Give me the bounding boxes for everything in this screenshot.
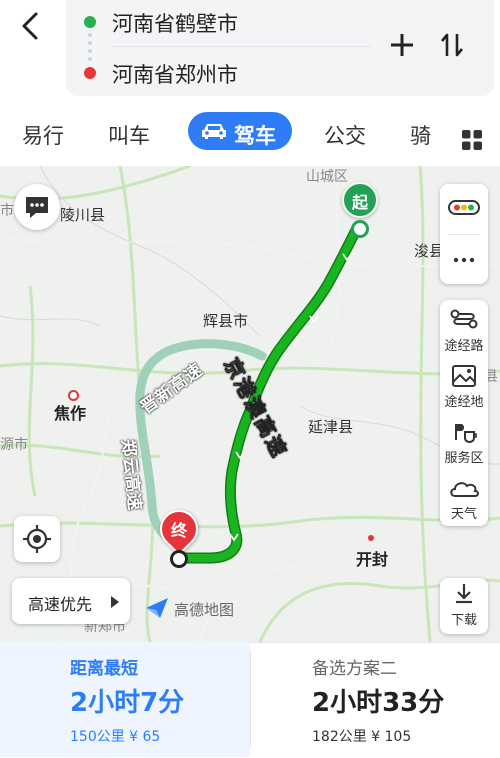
crosshair-icon (23, 525, 51, 553)
start-point-icon (351, 220, 369, 238)
connector-dot (88, 49, 92, 53)
traffic-button[interactable] (440, 184, 488, 232)
route-option-1-time: 2小时7分 (70, 688, 185, 718)
route-divider (112, 46, 372, 47)
place-label: 延津县 (308, 418, 354, 436)
place-label: 源市 (0, 437, 28, 453)
tab-jiaoche[interactable]: 叫车 (108, 120, 150, 150)
place-label: 山城区 (306, 169, 348, 185)
route-option-1-label: 距离最短 (70, 659, 138, 679)
end-dot-icon (84, 67, 96, 79)
weather-label: 天气 (450, 507, 477, 522)
more-horizontal-icon (453, 257, 475, 263)
download-icon (456, 584, 472, 604)
message-button[interactable] (14, 184, 60, 230)
service-area-button[interactable]: 服务区 (440, 416, 488, 470)
add-waypoint-button[interactable] (388, 31, 416, 59)
via-place-button[interactable]: 途经地 (440, 360, 488, 414)
cloud-icon (450, 482, 479, 497)
service-area-icon (455, 424, 477, 444)
weather-button[interactable]: 天气 (440, 472, 488, 526)
place-label: 陵川县 (60, 206, 106, 224)
route-option-2-meta: 182公里 ¥ 105 (312, 729, 412, 745)
locate-button[interactable] (14, 516, 60, 562)
traffic-light-icon (448, 200, 480, 215)
end-location-field[interactable]: 河南省郑州市 (112, 59, 238, 89)
connector-dot (88, 33, 92, 37)
grid-icon (462, 130, 482, 150)
amap-logo-text: 高德地图 (174, 601, 235, 619)
tab-jiache[interactable]: 驾车 (188, 112, 292, 150)
download-label: 下载 (450, 613, 477, 628)
tab-label: 驾车 (234, 124, 276, 148)
swap-icon (441, 33, 463, 57)
route-preference-label: 高速优先 (28, 595, 93, 614)
connector-dot (88, 41, 92, 45)
start-marker[interactable]: 起 (342, 182, 378, 218)
tab-qi[interactable]: 骑 (410, 120, 431, 150)
city-dot-icon (68, 390, 79, 401)
download-button[interactable]: 下载 (440, 578, 488, 634)
route-preference-button[interactable]: 高速优先 (12, 578, 130, 624)
swap-route-button[interactable] (438, 31, 466, 59)
route-tools-panel: 途经路 途经地 服务区 天气 (440, 300, 488, 526)
divider (448, 234, 480, 235)
tab-yixing[interactable]: 易行 (22, 120, 64, 150)
via-road-button[interactable]: 途经路 (440, 304, 488, 358)
chat-bubble-icon (26, 197, 48, 218)
plus-icon (391, 34, 413, 56)
end-point-icon (170, 550, 188, 568)
service-area-label: 服务区 (444, 451, 484, 466)
start-marker-label: 起 (351, 193, 368, 212)
route-option-2-time: 2小时33分 (312, 688, 445, 718)
place-label: 市 (0, 203, 14, 219)
chevron-left-icon (22, 12, 38, 40)
tab-gongjiao[interactable]: 公交 (324, 120, 366, 150)
caret-right-icon (111, 596, 119, 608)
city-dot-icon (368, 535, 374, 541)
via-road-label: 途经路 (444, 339, 484, 354)
start-dot-icon (84, 16, 96, 28)
end-marker-label: 终 (170, 521, 187, 540)
via-place-label: 途经地 (444, 395, 484, 410)
more-options-button[interactable] (440, 236, 488, 284)
transport-tabs: 易行 叫车 驾车 公交 骑 (0, 112, 500, 162)
amap-logo-icon (144, 596, 170, 620)
route-option-1-meta: 150公里 ¥ 65 (70, 729, 161, 745)
place-label: 开封 (356, 550, 389, 569)
back-button[interactable] (14, 8, 50, 44)
map-view[interactable]: 山城区 陵川县 浚县 辉县市 焦作 延津县 开封 新郑市 市 源市 县 京港澳高… (0, 166, 500, 642)
route-waypoint-icon (450, 309, 478, 329)
route-option-2-label: 备选方案二 (312, 659, 397, 679)
start-location-field[interactable]: 河南省鹤壁市 (112, 8, 238, 38)
more-tabs-button[interactable] (460, 128, 484, 152)
place-label: 焦作 (54, 404, 87, 423)
map-top-controls (440, 184, 488, 284)
car-icon (202, 124, 226, 139)
place-label: 辉县市 (203, 312, 249, 330)
connector-dot (88, 57, 92, 61)
map-pin-icon (452, 365, 476, 387)
